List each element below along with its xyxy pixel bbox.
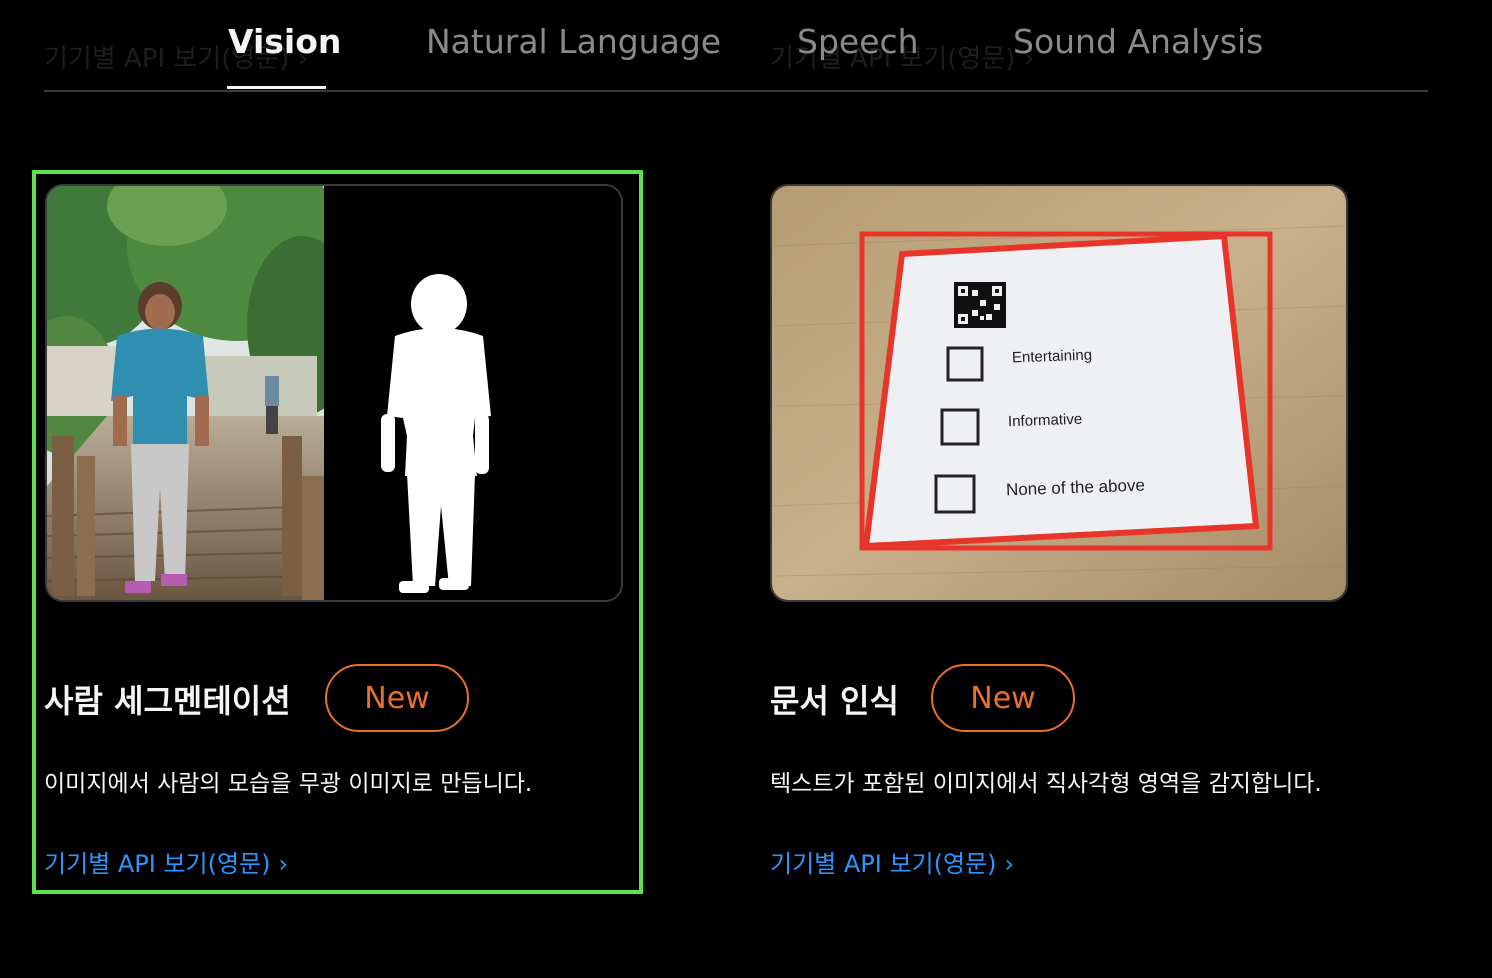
card-description: 텍스트가 포함된 이미지에서 직사각형 영역을 감지합니다. xyxy=(770,771,1322,797)
tab-vision[interactable]: Vision xyxy=(228,20,341,64)
new-badge: New xyxy=(325,664,469,732)
view-api-link[interactable]: 기기별 API 보기(영문) › xyxy=(44,844,288,879)
card-description: 이미지에서 사람의 모습을 무광 이미지로 만듭니다. xyxy=(44,771,533,797)
document-detection-image: Entertaining Informative None of the abo… xyxy=(770,184,1348,602)
tab-speech[interactable]: Speech xyxy=(797,20,919,64)
tab-bar: Vision Natural Language Speech Sound Ana… xyxy=(44,0,1428,92)
person-segmentation-image xyxy=(45,184,623,602)
view-api-link[interactable]: 기기별 API 보기(영문) › xyxy=(770,844,1014,879)
link-label: 기기별 API 보기(영문) xyxy=(44,850,271,878)
tab-sound-analysis[interactable]: Sound Analysis xyxy=(1013,20,1263,64)
new-badge: New xyxy=(931,664,1075,732)
card-title-person-segmentation: 사람 세그멘테이션 xyxy=(44,682,291,720)
chevron-right-icon: › xyxy=(278,850,289,878)
link-label: 기기별 API 보기(영문) xyxy=(770,850,997,878)
option-entertaining: Entertaining xyxy=(1011,346,1093,367)
active-tab-indicator xyxy=(227,86,326,89)
option-informative: Informative xyxy=(1007,410,1083,431)
chevron-right-icon: › xyxy=(1004,850,1015,878)
tab-natural-language[interactable]: Natural Language xyxy=(426,20,721,64)
card-title-document-detection: 문서 인식 xyxy=(770,682,899,720)
